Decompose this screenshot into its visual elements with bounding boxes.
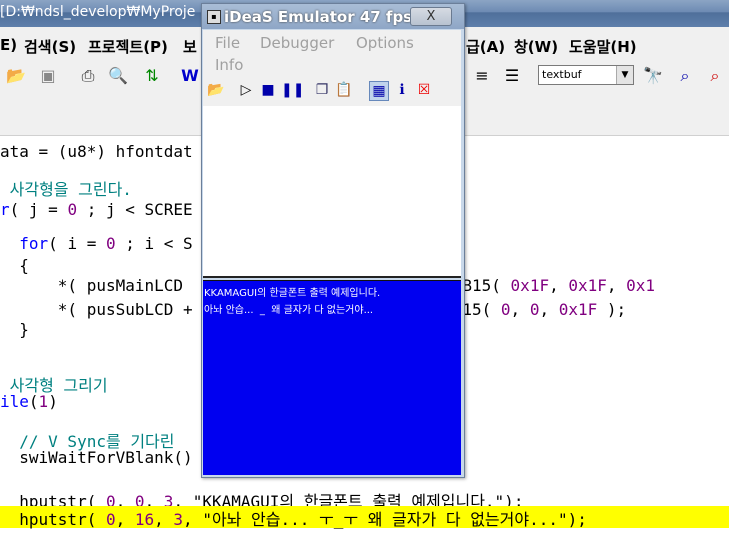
code-line: hputstr( 0, 16, 3, "아놔 안습... ㅜ_ㅜ 왜 글자가 다… [0,506,729,529]
close-red-icon[interactable]: ☒ [415,81,433,99]
copy-icon[interactable]: ❐ [313,81,331,99]
code-token: 0x1F [568,276,607,295]
screen-line: KKAMAGUI의 한글폰트 출력 예제입니다. [204,288,381,299]
code-token: { [0,256,29,275]
menu-debugger[interactable]: Debugger [260,34,334,52]
code-line: ile(1) [0,392,58,414]
emulator-title-bar[interactable]: ▪ iDeaS Emulator 47 fps X [202,4,464,29]
code-token: 사각형을 그린다. [0,180,132,199]
code-token: ( [28,392,39,411]
code-token: ; i < S [115,234,193,253]
menu-file[interactable]: File [215,34,240,52]
menu-window[interactable]: 창(W) [514,36,558,57]
code-token: , [115,510,135,529]
code-token: ata = (u8*) hfontdat [0,142,193,161]
code-token: for [19,234,49,253]
code-token: ( j = [9,200,68,219]
code-token: 3 [173,510,184,529]
code-line: for( i = 0 ; i < S [0,234,193,256]
code-token: 0x1 [626,276,656,295]
paste-icon[interactable]: 📋 [335,81,353,99]
code-token: 0x1F [510,276,550,295]
stop-icon[interactable]: ■ [259,81,277,99]
code-line: // V Sync를 기다린 [0,428,174,451]
code-token: 0 [105,234,116,253]
chevron-down-icon[interactable]: ▼ [616,66,633,84]
code-token: *( pusMainLCD [0,276,193,295]
code-token: 0 [529,300,540,319]
menu-edit[interactable]: E) [0,36,17,54]
code-token: , [539,300,559,319]
code-token: ); [597,300,627,319]
code-token: ( i = [48,234,106,253]
emulator-toolbar: 📂 ▷ ■ ❚❚ ❐ 📋 ▦ ℹ ☒ [203,76,461,106]
justify-icon[interactable]: ☰ [502,66,522,86]
code-token: , [549,276,569,295]
code-token: ile [0,392,29,411]
emulator-title: iDeaS Emulator 47 fps [224,8,413,26]
emulator-bottom-screen[interactable]: KKAMAGUI의 한글폰트 출력 예제입니다. 아놔 안습... _ 왜 글자… [203,280,461,475]
emulator-menu-bar: File Debugger Options Info [203,30,461,76]
textbuf-value: textbuf [542,68,582,81]
binoculars-icon[interactable]: 🔭 [643,66,663,86]
code-token: swiWaitForVBlank() [0,448,193,467]
code-token: 0 [105,510,116,529]
save-icon[interactable]: ▣ [38,66,58,86]
close-button[interactable]: X [410,7,452,26]
menu-info[interactable]: Info [215,56,243,74]
code-line: { [0,256,29,278]
ide-title: [D:₩ndsl_develop₩MyProje [0,4,196,20]
align-right-icon[interactable]: ≡ [472,66,492,86]
app-icon: ▪ [207,10,221,24]
code-line: } [0,320,29,342]
word-wrap-icon[interactable]: W [180,66,200,86]
code-token: 0x1F [558,300,598,319]
code-token: , [510,300,530,319]
code-token: 1 [38,392,49,411]
code-token: r [0,200,10,219]
open-folder-icon[interactable]: 📂 [6,66,26,86]
pause-icon[interactable]: ❚❚ [281,81,304,99]
code-token: , [606,276,627,295]
play-icon[interactable]: ▷ [237,81,255,99]
print-icon[interactable]: ⎙ [78,66,98,86]
emulator-window: ▪ iDeaS Emulator 47 fps X File Debugger … [201,3,465,478]
screen-line: 아놔 안습... _ 왜 글자가 다 없는거야... [204,305,374,316]
code-token: 0 [67,200,78,219]
print-preview-icon[interactable]: 🔍 [108,66,128,86]
code-token: , "아놔 안습... ㅜ_ㅜ 왜 글자가 다 없는거야..."); [183,510,587,529]
find-files-icon[interactable]: ⌕ [705,66,725,86]
textbuf-dropdown[interactable]: textbuf ▼ [538,65,634,85]
code-token: ) [48,392,58,411]
code-token: ; j < SCREE [77,200,193,219]
menu-search[interactable]: 검색(S) [24,36,76,57]
code-line: 사각형을 그린다. [0,176,132,199]
find-next-icon[interactable]: ⌕ [675,66,695,86]
layout-icon[interactable]: ▦ [369,81,389,101]
code-line: r( j = 0 ; j < SCREE [0,200,193,222]
code-token: , [154,510,174,529]
code-token: *( pusSubLCD + [0,300,193,319]
code-token: } [0,320,29,339]
code-token: 0 [500,300,511,319]
menu-advanced[interactable]: 급(A) [466,36,505,57]
code-token: 16 [134,510,155,529]
menu-project[interactable]: 프로젝트(P) [88,36,168,57]
menu-help[interactable]: 도움말(H) [569,36,637,57]
code-line: swiWaitForVBlank() [0,448,193,470]
code-token: hputstr( [0,510,106,529]
code-line: 사각형 그리기 [0,372,108,395]
info-icon[interactable]: ℹ [393,81,411,99]
open-icon[interactable]: 📂 [207,81,225,99]
code-line: ata = (u8*) hfontdat [0,142,193,164]
emulator-top-screen[interactable] [203,106,461,278]
menu-view[interactable]: 보 [183,36,197,57]
menu-options[interactable]: Options [356,34,414,52]
close-icon: X [426,9,436,24]
find-icon[interactable]: ⇅ [142,66,162,86]
